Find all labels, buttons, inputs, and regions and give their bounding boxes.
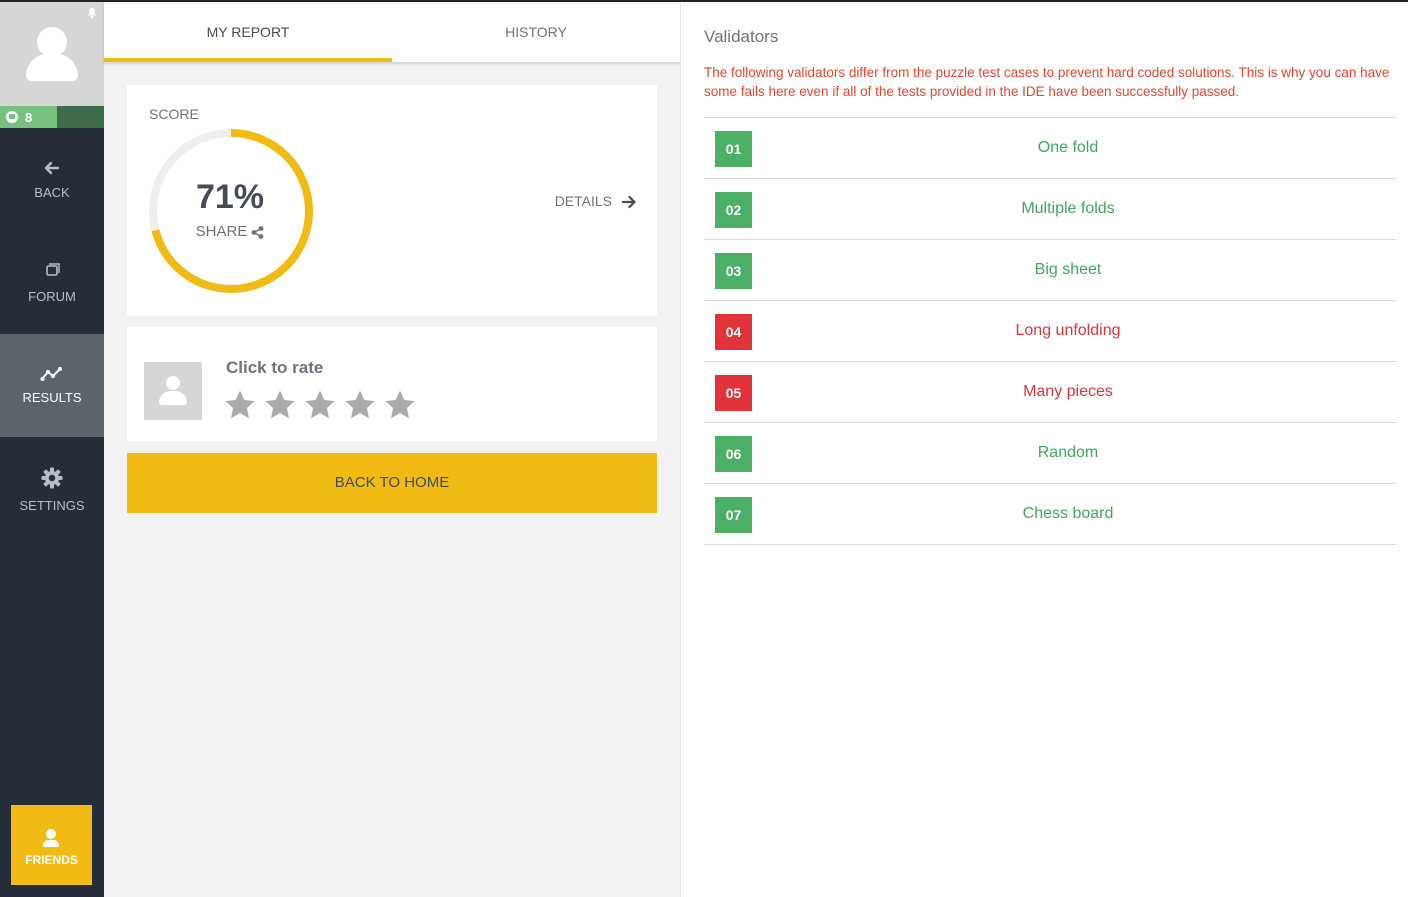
puzzle-author-avatar <box>144 362 202 420</box>
sidebar-item-label: SETTINGS <box>19 498 85 513</box>
validator-row: 04 Long unfolding <box>704 301 1396 362</box>
validator-name: Chess board <box>1022 505 1114 522</box>
avatar-body <box>26 54 78 81</box>
active-tab-indicator <box>104 58 392 62</box>
friends-icon-body <box>43 840 59 847</box>
validator-number-badge: 03 <box>715 253 752 289</box>
validator-number-badge: 05 <box>715 375 752 411</box>
tab-label: MY REPORT <box>206 24 290 40</box>
rating-card: Click to rate <box>127 327 657 441</box>
sidebar-item-back[interactable]: BACK <box>0 128 104 231</box>
validator-number-badge: 06 <box>715 436 752 472</box>
forum-icon <box>46 263 60 276</box>
validators-title: Validators <box>704 27 779 46</box>
rate-title: Click to rate <box>226 358 324 377</box>
level-icon <box>6 111 18 123</box>
validator-row: 06 Random <box>704 423 1396 484</box>
sidebar-item-settings[interactable]: SETTINGS <box>0 437 104 540</box>
sidebar-item-label: BACK <box>34 185 70 200</box>
report-tabs: MY REPORT HISTORY <box>104 2 680 62</box>
score-card: SCORE 71% SHARE DETAILS <box>127 85 657 316</box>
validators-list: 01 One fold 02 Multiple folds 03 Big sheet 04 L… <box>704 117 1396 545</box>
notification-bell-icon[interactable] <box>86 7 98 19</box>
star-icon[interactable] <box>264 389 296 421</box>
validator-row: 02 Multiple folds <box>704 179 1396 240</box>
star-icon[interactable] <box>224 389 256 421</box>
avatar-head <box>166 376 180 390</box>
validators-note: The following validators differ from the… <box>704 65 1390 99</box>
results-chart-icon <box>40 367 62 381</box>
back-to-home-button[interactable]: BACK TO HOME <box>127 453 657 513</box>
details-link[interactable]: DETAILS <box>555 193 637 209</box>
validator-number-badge: 02 <box>715 192 752 228</box>
validators-panel: Validators The following validators diff… <box>681 2 1408 897</box>
share-icon <box>251 225 264 239</box>
validator-name: Multiple folds <box>1021 200 1115 217</box>
avatar-body <box>159 391 187 405</box>
star-icon[interactable] <box>344 389 376 421</box>
sidebar-item-results[interactable]: RESULTS <box>0 334 104 437</box>
sidebar-item-label: FORUM <box>28 289 76 304</box>
score-label: SCORE <box>149 106 199 122</box>
validator-name: Long unfolding <box>1015 322 1121 339</box>
validator-number-badge: 07 <box>715 497 752 533</box>
validator-row: 05 Many pieces <box>704 362 1396 423</box>
tab-my-report[interactable]: MY REPORT <box>104 2 392 62</box>
friends-icon <box>46 829 56 839</box>
avatar-head <box>37 27 67 57</box>
star-icon[interactable] <box>384 389 416 421</box>
validator-row: 07 Chess board <box>704 484 1396 545</box>
sidebar: 8 BACK FORUM RESULTS SETTINGS FRIENDS <box>0 2 104 897</box>
validator-name: Many pieces <box>1023 383 1113 400</box>
validator-row: 03 Big sheet <box>704 240 1396 301</box>
level-progress-bar: 8 <box>0 106 104 128</box>
report-panel: MY REPORT HISTORY SCORE 71% SHARE DETAIL… <box>104 2 680 897</box>
tab-label: HISTORY <box>505 24 567 40</box>
score-value: 71% <box>195 178 265 216</box>
validator-row: 01 One fold <box>704 118 1396 179</box>
share-button[interactable]: SHARE <box>187 223 273 240</box>
tab-history[interactable]: HISTORY <box>392 2 680 62</box>
user-avatar[interactable] <box>0 2 104 106</box>
sidebar-item-label: RESULTS <box>22 390 82 405</box>
details-label: DETAILS <box>554 193 612 209</box>
validator-number-badge: 01 <box>715 131 752 167</box>
level-number: 8 <box>25 110 33 125</box>
friends-label: FRIENDS <box>25 853 78 867</box>
arrow-left-icon <box>44 161 60 175</box>
friends-button[interactable]: FRIENDS <box>11 805 92 885</box>
validator-number-badge: 04 <box>715 314 752 350</box>
validator-name: Big sheet <box>1034 261 1102 278</box>
share-label: SHARE <box>195 223 248 240</box>
sidebar-item-forum[interactable]: FORUM <box>0 231 104 334</box>
gear-icon <box>41 467 63 489</box>
arrow-right-icon <box>621 196 636 209</box>
star-icon[interactable] <box>304 389 336 421</box>
validator-name: One fold <box>1037 139 1099 156</box>
validator-name: Random <box>1037 444 1099 461</box>
star-rating <box>224 389 424 426</box>
